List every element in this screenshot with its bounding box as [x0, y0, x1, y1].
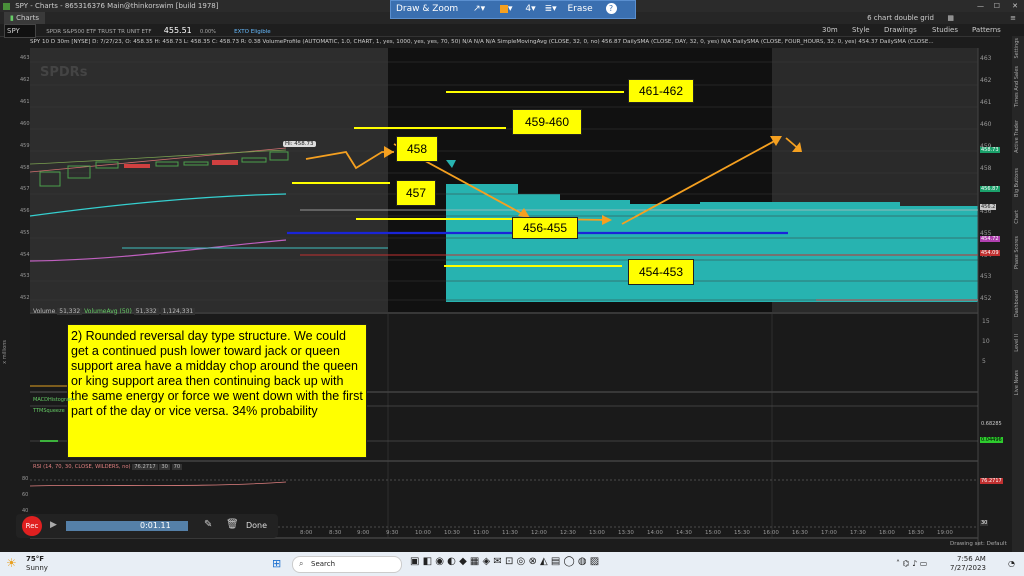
draw-zoom-label[interactable]: Draw & Zoom — [396, 4, 458, 14]
line-style-icon[interactable]: ≣▾ — [545, 4, 557, 14]
maximize-button[interactable]: ☐ — [994, 0, 1000, 12]
patterns-menu[interactable]: Patterns — [972, 24, 1001, 36]
pen-icon[interactable]: ✎ — [204, 519, 212, 530]
right-side-panel: Live News Level II Dashboard Phase Score… — [1012, 36, 1024, 556]
menu-icon[interactable]: ≡ — [1010, 12, 1016, 24]
rsi-header: RSI (14, 70, 30, CLOSE, WILDERS, no) 76.… — [33, 464, 183, 470]
left-price-axis: 463 462 461 460 459 458 457 456 455 454 … — [20, 55, 30, 301]
volume-panel-header: Volume 51,332 VolumeAvg (50) 51,332 1,12… — [33, 308, 196, 315]
help-icon[interactable]: ? — [605, 3, 617, 14]
close-button[interactable]: ✕ — [1012, 0, 1018, 12]
style-menu[interactable]: Style — [852, 24, 870, 36]
studies-menu[interactable]: Studies — [932, 24, 958, 36]
draw-zoom-toolbar: Draw & Zoom ↗▾ ▾ 4▾ ≣▾ Erase ? — [390, 0, 636, 19]
tab-phase-scores[interactable]: Phase Scores — [1014, 236, 1020, 269]
weather-sun-icon[interactable]: ☀ — [6, 556, 17, 570]
period-select[interactable]: 30m — [822, 24, 838, 36]
level-label-458: 458 — [396, 136, 438, 162]
rsi-value-flag: 76.2717 — [980, 478, 1003, 484]
tab-level-ii[interactable]: Level II — [1014, 334, 1020, 352]
drawing-set-label[interactable]: Drawing set: Default — [950, 541, 1007, 547]
price-flag-last: 458.73 — [980, 147, 1000, 153]
start-icon[interactable]: ⊞ — [272, 557, 281, 570]
windows-taskbar: ☀ 75°F Sunny ⊞ ⌕ Search ▣ ◧ ◉ ◐ ◆ ▦ ◈ ✉ … — [0, 552, 1024, 576]
layout-grid-icon[interactable]: ▦ — [947, 12, 954, 24]
app-icon — [3, 2, 10, 10]
tab-times-and-sales[interactable]: Times And Sales — [1014, 66, 1020, 107]
annotation-note: 2) Rounded reversal day type structure. … — [67, 324, 367, 458]
arrow-tool-icon[interactable]: ↗▾ — [473, 4, 485, 14]
price-flag-sma: 456.87 — [980, 186, 1000, 192]
macd-label: MACDHistogram — [33, 397, 74, 403]
price-flag-red: 454.09 — [980, 250, 1000, 256]
level-label-454-453: 454-453 — [628, 259, 694, 285]
chart-canvas[interactable]: SPDRs — [0, 36, 1012, 552]
level-label-459-460: 459-460 — [512, 109, 582, 135]
layout-label[interactable]: 6 chart double grid — [867, 12, 934, 24]
price-axis: 463 462 461 460 459 458 457 456 455 454 … — [980, 55, 992, 302]
macd-value-1: 0.68285 — [981, 421, 1002, 427]
done-button[interactable]: Done — [246, 521, 267, 530]
tab-live-news[interactable]: Live News — [1014, 370, 1020, 395]
taskbar-app-icons[interactable]: ▣ ◧ ◉ ◐ ◆ ▦ ◈ ✉ ⊡ ◎ ⊗ ◭ ▤ ◯ ◍ ▨ — [410, 556, 599, 567]
tab-big-buttons[interactable]: Big Buttons — [1014, 168, 1020, 197]
chart-icon: ▮ — [10, 14, 14, 22]
minimize-button[interactable]: — — [977, 0, 984, 12]
tab-chart[interactable]: Chart — [1014, 210, 1020, 224]
taskbar-search[interactable]: ⌕ Search — [292, 556, 402, 573]
weather-condition: Sunny — [26, 564, 48, 572]
drawings-menu[interactable]: Drawings — [884, 24, 917, 36]
level-label-461-462: 461-462 — [628, 79, 694, 103]
play-icon[interactable]: ▶ — [50, 520, 57, 530]
notification-icon[interactable]: ◔ — [1008, 559, 1015, 568]
time-axis: 8:00 8:30 9:00 9:30 10:00 10:30 11:00 11… — [300, 530, 953, 536]
erase-button[interactable]: Erase — [568, 4, 593, 14]
trash-icon[interactable]: 🗑 — [226, 519, 239, 530]
tab-active-trader[interactable]: Active Trader — [1014, 120, 1020, 153]
system-tray-icons[interactable]: ˄ ⌬ ♪ ▭ — [896, 559, 927, 568]
high-price-label: Hi: 458.73 — [283, 141, 316, 147]
weather-temp: 75°F — [26, 555, 45, 563]
tab-dashboard[interactable]: Dashboard — [1014, 290, 1020, 317]
record-button[interactable]: Rec — [22, 516, 42, 536]
color-swatch[interactable] — [500, 4, 509, 13]
level-label-456-455: 456-455 — [512, 217, 578, 239]
macd-value-2: 0.04496 — [980, 437, 1003, 443]
rsi-low-flag: 30 — [980, 520, 989, 526]
search-icon: ⌕ — [299, 559, 304, 568]
squeeze-label: TTMSqueeze — [33, 408, 65, 414]
clock-date: 7/27/2023 — [950, 564, 986, 572]
volume-axis-title: x millions — [2, 340, 8, 364]
recorder-bar: Rec ▶ 0:01.11 ✎ 🗑 Done — [16, 514, 278, 538]
price-change: 0.00% — [200, 29, 216, 35]
spdr-watermark: SPDRs — [40, 65, 88, 80]
tab-settings[interactable]: Settings — [1014, 38, 1020, 59]
symbol-name: SPDR S&P500 ETF TRUST TR UNIT ETF — [46, 29, 152, 35]
exto-badge: EXTO Eligible — [234, 29, 271, 35]
level-label-457: 457 — [396, 180, 436, 206]
price-flag-magenta: 454.72 — [980, 236, 1000, 242]
last-price: 455.51 — [163, 26, 192, 35]
tab-charts[interactable]: ▮ Charts — [4, 12, 45, 24]
clock-time: 7:56 AM — [957, 555, 986, 563]
recorder-time: 0:01.11 — [140, 521, 171, 530]
price-flag-gray: 456.2 — [980, 204, 997, 210]
window-title: SPY - Charts - 865316376 Main@thinkorswi… — [15, 2, 219, 10]
